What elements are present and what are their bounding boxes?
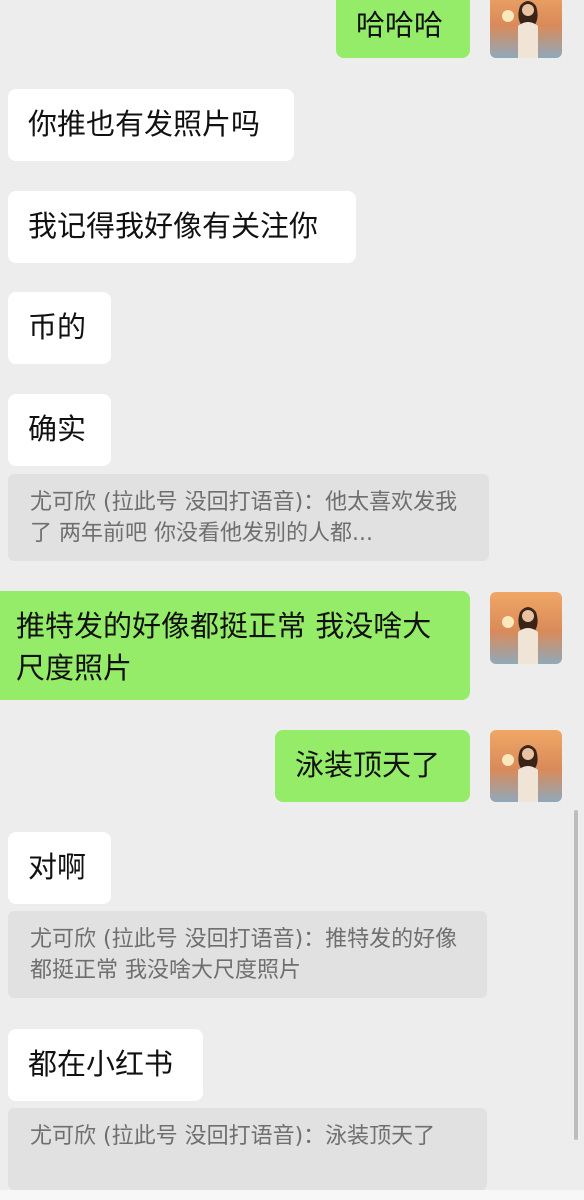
input-bar-edge [0, 1190, 584, 1200]
message-bubble-received[interactable]: 都在小红书 [8, 1029, 203, 1101]
message-bubble-sent[interactable]: 哈哈哈 [336, 0, 470, 58]
message-bubble-sent[interactable]: 泳装顶天了 [275, 730, 470, 802]
quoted-reply[interactable]: 尤可欣 (拉此号 没回打语音)：推特发的好像都挺正常 我没啥大尺度照片 [8, 911, 487, 998]
message-bubble-received[interactable]: 你推也有发照片吗 [8, 89, 294, 161]
message-bubble-received[interactable]: 对啊 [8, 832, 111, 904]
message-bubble-received[interactable]: 我记得我好像有关注你 [8, 191, 356, 263]
message-bubble-sent[interactable]: 推特发的好像都挺正常 我没啥大尺度照片 [0, 591, 470, 700]
quoted-reply[interactable]: 尤可欣 (拉此号 没回打语音)：泳装顶天了 [8, 1108, 487, 1190]
message-bubble-received[interactable]: 确实 [8, 394, 111, 466]
quoted-reply[interactable]: 尤可欣 (拉此号 没回打语音)：他太喜欢发我了 两年前吧 你没看他发别的人都..… [8, 474, 489, 561]
scrollbar[interactable] [574, 810, 578, 1140]
message-bubble-received[interactable]: 币的 [8, 292, 111, 364]
user-avatar-icon[interactable] [490, 592, 562, 664]
user-avatar-icon[interactable] [490, 0, 562, 58]
user-avatar-icon[interactable] [490, 730, 562, 802]
